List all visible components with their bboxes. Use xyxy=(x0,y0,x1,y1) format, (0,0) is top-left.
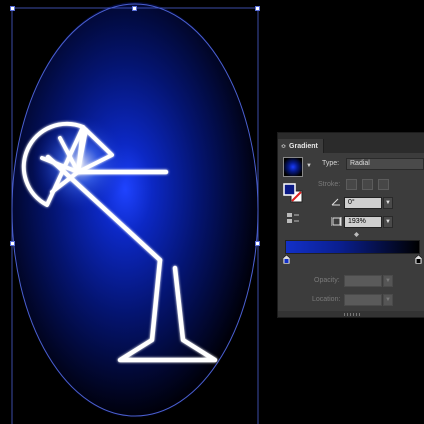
opacity-dropdown-button[interactable]: ▼ xyxy=(383,275,393,287)
stroke-along-button[interactable] xyxy=(362,179,373,190)
handle-top-left[interactable] xyxy=(10,6,15,11)
tab-gradient-label: Gradient xyxy=(289,142,318,150)
location-input[interactable] xyxy=(344,294,382,306)
panel-footer xyxy=(278,311,424,317)
angle-input[interactable]: 0° xyxy=(344,197,382,209)
aspect-ratio-icon xyxy=(331,217,342,226)
gradient-slider[interactable] xyxy=(285,240,420,254)
type-label: Type: xyxy=(322,160,340,167)
handle-middle-right[interactable] xyxy=(255,241,260,246)
chevron-down-icon[interactable]: ▼ xyxy=(306,163,312,169)
gradient-stop-start[interactable] xyxy=(283,255,290,264)
gradient-stop-end[interactable] xyxy=(415,255,422,264)
stroke-within-button[interactable] xyxy=(346,179,357,190)
fill-stroke-icon[interactable] xyxy=(283,183,303,203)
handle-top-center[interactable] xyxy=(132,6,137,11)
type-select[interactable]: Radial xyxy=(346,158,424,170)
stroke-across-button[interactable] xyxy=(378,179,389,190)
location-dropdown-button[interactable]: ▼ xyxy=(383,294,393,306)
stroke-label: Stroke: xyxy=(318,181,341,188)
handle-middle-left[interactable] xyxy=(10,241,15,246)
panel-collapse-icon[interactable]: ≎ xyxy=(281,143,286,150)
angle-dropdown-button[interactable]: ▼ xyxy=(383,197,393,209)
opacity-label: Opacity: xyxy=(314,277,340,284)
tab-gradient[interactable]: ≎ Gradient xyxy=(278,139,324,153)
resize-grip-icon[interactable] xyxy=(344,313,362,316)
angle-icon xyxy=(331,198,340,206)
aspect-ratio-dropdown-button[interactable]: ▼ xyxy=(383,216,393,228)
gradient-preview-icon[interactable] xyxy=(283,157,303,177)
aspect-ratio-input[interactable]: 193% xyxy=(344,216,382,228)
reverse-gradient-icon[interactable] xyxy=(286,212,300,224)
location-label: Location: xyxy=(312,296,341,303)
gradient-ellipse[interactable] xyxy=(12,2,258,418)
midpoint-diamond-icon[interactable] xyxy=(354,232,359,237)
panel-header: ≎ Gradient xyxy=(278,133,424,153)
opacity-input[interactable] xyxy=(344,275,382,287)
handle-top-right[interactable] xyxy=(255,6,260,11)
